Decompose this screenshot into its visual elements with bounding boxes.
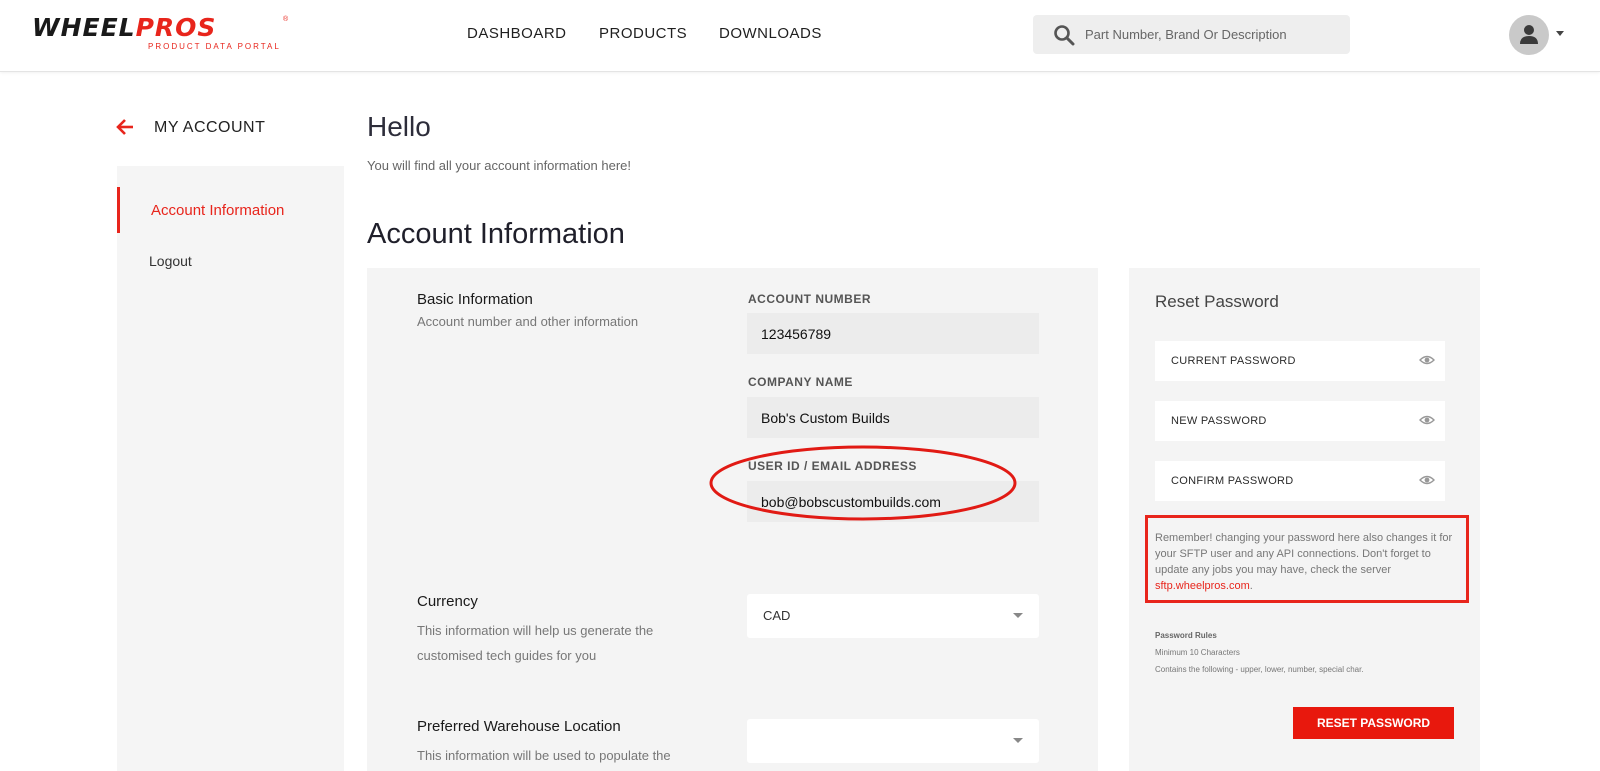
sidebar-item-account-information[interactable]: Account Information [151, 202, 284, 219]
password-notice-text: Remember! changing your password here al… [1155, 532, 1453, 576]
logo-tagline: PRODUCT DATA PORTAL [148, 42, 281, 51]
logo-wheel-text: WHEEL [32, 13, 136, 42]
logo-wordmark: WHEELPROS [32, 14, 216, 42]
basic-info-title: Basic Information [417, 291, 533, 308]
basic-info-description: Account number and other information [417, 314, 639, 329]
eye-icon[interactable] [1419, 354, 1435, 366]
company-name-field[interactable] [747, 397, 1039, 438]
currency-select[interactable]: CAD [747, 594, 1039, 638]
account-number-label: ACCOUNT NUMBER [748, 292, 871, 306]
reset-password-title: Reset Password [1155, 292, 1279, 311]
currency-description: This information will help us generate t… [417, 623, 654, 663]
eye-icon[interactable] [1419, 414, 1435, 426]
account-number-field[interactable] [747, 313, 1039, 354]
arrow-left-icon[interactable] [116, 118, 134, 136]
user-icon [1520, 25, 1538, 44]
page-greeting: Hello [367, 111, 431, 142]
eye-icon[interactable] [1419, 474, 1435, 486]
highlight-oval-annotation [709, 445, 1017, 521]
password-rule: Minimum 10 Characters [1155, 648, 1240, 657]
password-rule: Contains the following - upper, lower, n… [1155, 665, 1364, 674]
page-greeting-subtitle: You will find all your account informati… [367, 158, 631, 173]
currency-title: Currency [417, 593, 478, 610]
new-password-field[interactable]: NEW PASSWORD [1155, 401, 1445, 441]
search-input[interactable] [1085, 15, 1340, 54]
new-password-label: NEW PASSWORD [1171, 415, 1267, 427]
sidebar-active-indicator [117, 187, 120, 233]
nav-dashboard[interactable]: DASHBOARD [467, 25, 567, 42]
warehouse-description: This information will be used to populat… [417, 748, 671, 763]
warehouse-title: Preferred Warehouse Location [417, 718, 621, 735]
currency-selected-value: CAD [763, 608, 791, 623]
reset-password-button[interactable]: RESET PASSWORD [1293, 707, 1454, 739]
nav-products[interactable]: PRODUCTS [599, 25, 687, 42]
avatar[interactable] [1509, 15, 1549, 55]
top-header: WHEELPROS ® PRODUCT DATA PORTAL DASHBOAR… [0, 0, 1600, 72]
confirm-password-field[interactable]: CONFIRM PASSWORD [1155, 461, 1445, 501]
search-icon[interactable] [1053, 24, 1075, 46]
nav-downloads[interactable]: DOWNLOADS [719, 25, 822, 42]
company-name-label: COMPANY NAME [748, 375, 853, 389]
chevron-down-icon [1013, 738, 1023, 743]
logo-registered-mark: ® [283, 16, 289, 23]
confirm-password-label: CONFIRM PASSWORD [1171, 475, 1294, 487]
search-bar [1033, 15, 1350, 54]
current-password-field[interactable]: CURRENT PASSWORD [1155, 341, 1445, 381]
my-account-title: MY ACCOUNT [154, 119, 266, 136]
warehouse-select[interactable] [747, 719, 1039, 763]
logo-pros-text: PROS [135, 13, 217, 42]
current-password-label: CURRENT PASSWORD [1171, 355, 1296, 367]
password-notice: Remember! changing your password here al… [1155, 530, 1455, 594]
caret-down-icon[interactable] [1556, 31, 1564, 36]
sidebar-item-logout[interactable]: Logout [149, 253, 192, 269]
password-notice-end: . [1249, 580, 1253, 592]
password-rules-title: Password Rules [1155, 631, 1217, 640]
chevron-down-icon [1013, 613, 1023, 618]
section-title: Account Information [367, 218, 625, 250]
sftp-link[interactable]: sftp.wheelpros.com [1155, 580, 1250, 592]
wheelpros-logo[interactable]: WHEELPROS ® PRODUCT DATA PORTAL [32, 14, 294, 54]
